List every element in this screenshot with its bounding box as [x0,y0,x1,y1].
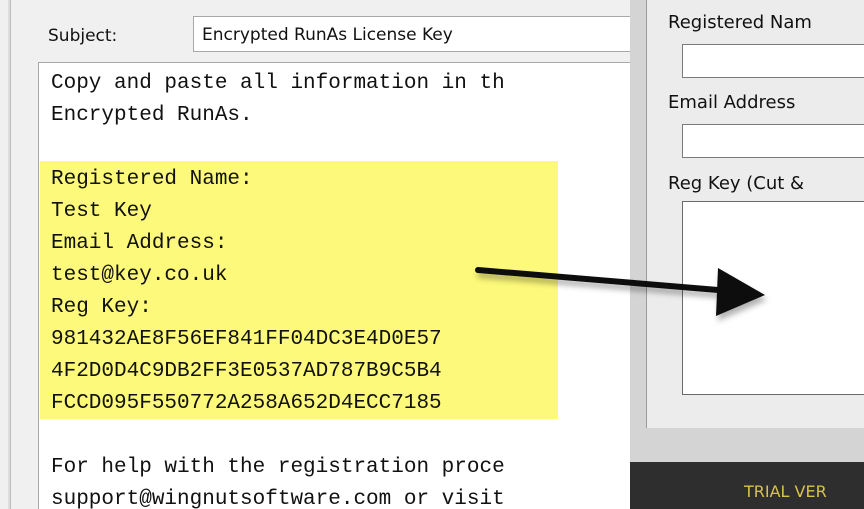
registered-name-label: Registered Nam [668,12,812,33]
body-line-regkey-3: FCCD095F550772A258A652D4ECC7185 [51,392,442,415]
registration-dialog: Registered Nam Email Address Reg Key (Cu… [630,0,864,509]
email-address-label: Email Address [668,92,796,113]
reg-key-label: Reg Key (Cut & [668,173,805,194]
email-address-input[interactable] [682,124,864,158]
body-line-support: support@wingnutsoftware.com or visit [51,488,505,509]
reg-key-textarea[interactable] [682,201,864,395]
window-border [8,0,11,509]
subject-row: Subject: Encrypted RunAs License Key [0,0,630,64]
body-line-email-label: Email Address: [51,232,228,255]
registered-name-input[interactable] [682,44,864,78]
body-line-product: Encrypted RunAs. [51,104,253,127]
body-line-help: For help with the registration proce [51,456,505,479]
body-line-name-value: Test Key [51,200,152,223]
body-line-intro: Copy and paste all information in th [51,72,505,95]
body-line-name-label: Registered Name: [51,168,253,191]
trial-version-text: TRIAL VER [744,482,827,501]
subject-label: Subject: [48,26,118,46]
email-body[interactable]: Copy and paste all information in th Enc… [38,62,630,509]
body-line-regkey-label: Reg Key: [51,296,152,319]
body-line-regkey-1: 981432AE8F56EF841FF04DC3E4D0E57 [51,328,442,351]
subject-input[interactable]: Encrypted RunAs License Key [193,16,630,52]
body-line-email-value: test@key.co.uk [51,264,228,287]
body-line-regkey-2: 4F2D0D4C9DB2FF3E0537AD787B9C5B4 [51,360,442,383]
email-window: Subject: Encrypted RunAs License Key Cop… [0,0,630,509]
